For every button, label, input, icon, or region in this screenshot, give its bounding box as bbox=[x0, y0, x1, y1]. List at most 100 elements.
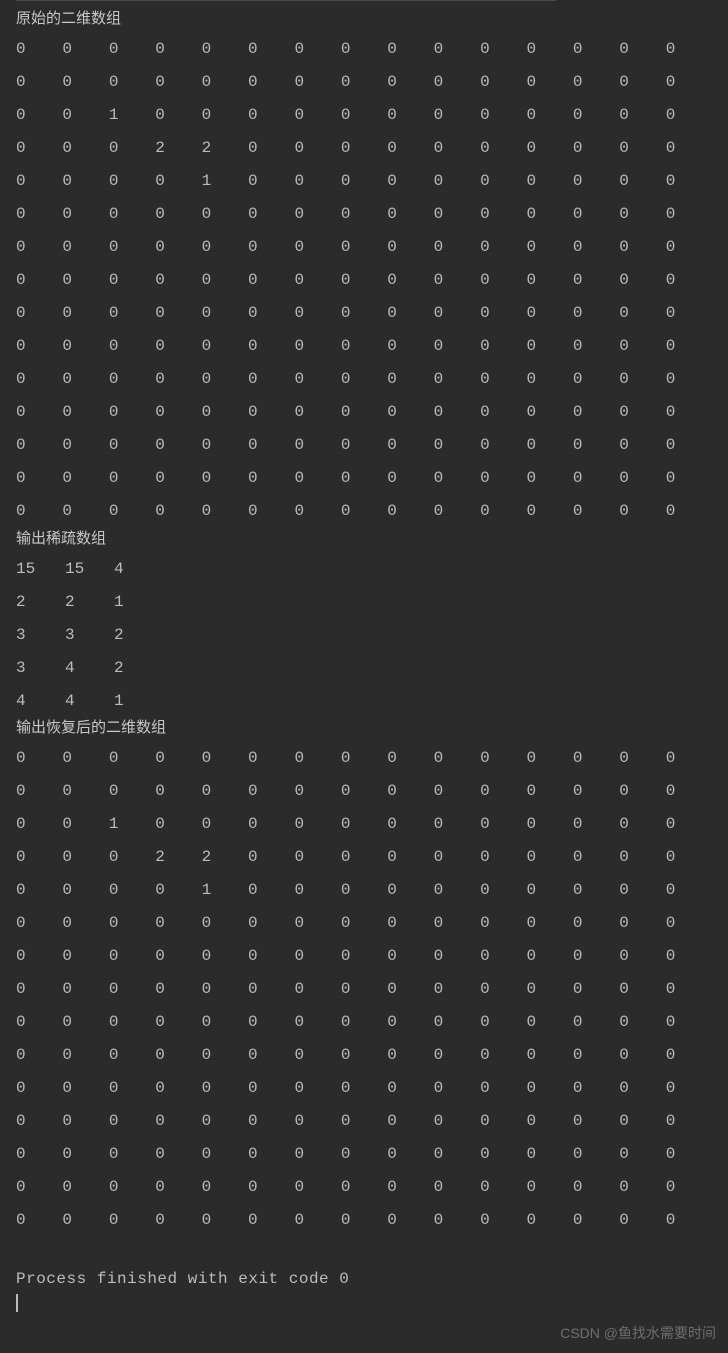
matrix-row: 000000000000000 bbox=[16, 331, 712, 364]
matrix-cell: 0 bbox=[387, 41, 433, 59]
matrix-cell: 0 bbox=[202, 1179, 248, 1197]
matrix-cell: 0 bbox=[341, 1212, 387, 1230]
matrix-cell: 0 bbox=[341, 849, 387, 867]
matrix-cell: 0 bbox=[526, 1179, 572, 1197]
sparse-cell: 4 bbox=[16, 693, 65, 711]
matrix-cell: 0 bbox=[434, 783, 480, 801]
matrix-cell: 0 bbox=[294, 206, 340, 224]
matrix-row: 000220000000000 bbox=[16, 133, 712, 166]
matrix-cell: 0 bbox=[248, 981, 294, 999]
matrix-cell: 0 bbox=[434, 140, 480, 158]
matrix-cell: 0 bbox=[387, 1047, 433, 1065]
matrix-cell: 0 bbox=[619, 74, 665, 92]
sparse-cell: 4 bbox=[65, 660, 114, 678]
matrix-cell: 0 bbox=[480, 783, 526, 801]
matrix-cell: 0 bbox=[248, 107, 294, 125]
matrix-cell: 0 bbox=[573, 783, 619, 801]
matrix-cell: 0 bbox=[573, 849, 619, 867]
matrix-cell: 0 bbox=[62, 750, 108, 768]
matrix-cell: 0 bbox=[16, 1179, 62, 1197]
matrix-cell: 0 bbox=[248, 404, 294, 422]
matrix-cell: 0 bbox=[480, 470, 526, 488]
matrix-cell: 0 bbox=[202, 1014, 248, 1032]
matrix-cell: 0 bbox=[109, 1080, 155, 1098]
matrix-cell: 0 bbox=[341, 882, 387, 900]
matrix-cell: 0 bbox=[666, 338, 712, 356]
matrix-cell: 0 bbox=[526, 750, 572, 768]
matrix-cell: 0 bbox=[248, 1212, 294, 1230]
matrix-cell: 0 bbox=[155, 107, 201, 125]
matrix-cell: 0 bbox=[526, 981, 572, 999]
matrix-cell: 0 bbox=[62, 981, 108, 999]
matrix-cell: 0 bbox=[480, 404, 526, 422]
matrix-cell: 0 bbox=[109, 1212, 155, 1230]
matrix-cell: 0 bbox=[248, 272, 294, 290]
matrix-cell: 0 bbox=[62, 1113, 108, 1131]
matrix-cell: 0 bbox=[155, 305, 201, 323]
matrix-cell: 0 bbox=[16, 41, 62, 59]
matrix-cell: 0 bbox=[294, 1179, 340, 1197]
matrix-cell: 0 bbox=[434, 1179, 480, 1197]
matrix-cell: 0 bbox=[202, 1047, 248, 1065]
matrix-cell: 0 bbox=[155, 272, 201, 290]
matrix-cell: 0 bbox=[666, 1146, 712, 1164]
matrix-cell: 0 bbox=[573, 470, 619, 488]
matrix-cell: 0 bbox=[526, 1146, 572, 1164]
matrix-row: 000000000000000 bbox=[16, 298, 712, 331]
matrix-cell: 0 bbox=[387, 404, 433, 422]
matrix-cell: 0 bbox=[573, 239, 619, 257]
matrix-cell: 0 bbox=[155, 981, 201, 999]
matrix-cell: 0 bbox=[294, 1113, 340, 1131]
sparse-cell: 4 bbox=[114, 561, 163, 579]
matrix-cell: 0 bbox=[248, 783, 294, 801]
matrix-cell: 0 bbox=[155, 371, 201, 389]
sparse-cell: 15 bbox=[16, 561, 65, 579]
matrix-cell: 0 bbox=[341, 404, 387, 422]
matrix-cell: 0 bbox=[434, 849, 480, 867]
matrix-cell: 0 bbox=[202, 437, 248, 455]
matrix-cell: 0 bbox=[526, 41, 572, 59]
matrix-cell: 0 bbox=[619, 272, 665, 290]
matrix-cell: 0 bbox=[573, 404, 619, 422]
matrix-cell: 0 bbox=[666, 41, 712, 59]
matrix-cell: 0 bbox=[294, 816, 340, 834]
matrix-cell: 0 bbox=[387, 849, 433, 867]
matrix-cell: 0 bbox=[480, 107, 526, 125]
matrix-cell: 0 bbox=[62, 503, 108, 521]
matrix-cell: 0 bbox=[619, 371, 665, 389]
matrix-original: 0000000000000000000000000000000010000000… bbox=[16, 34, 712, 529]
matrix-cell: 0 bbox=[248, 915, 294, 933]
matrix-cell: 0 bbox=[666, 140, 712, 158]
matrix-cell: 0 bbox=[62, 1047, 108, 1065]
matrix-cell: 0 bbox=[202, 816, 248, 834]
matrix-cell: 0 bbox=[387, 305, 433, 323]
matrix-row: 000010000000000 bbox=[16, 166, 712, 199]
matrix-cell: 0 bbox=[62, 437, 108, 455]
matrix-row: 000010000000000 bbox=[16, 875, 712, 908]
matrix-cell: 0 bbox=[155, 1113, 201, 1131]
matrix-cell: 0 bbox=[62, 107, 108, 125]
matrix-cell: 0 bbox=[202, 107, 248, 125]
matrix-cell: 0 bbox=[294, 1146, 340, 1164]
matrix-cell: 0 bbox=[619, 470, 665, 488]
matrix-cell: 0 bbox=[62, 783, 108, 801]
matrix-cell: 0 bbox=[341, 1047, 387, 1065]
matrix-cell: 0 bbox=[434, 437, 480, 455]
matrix-cell: 0 bbox=[341, 371, 387, 389]
matrix-cell: 0 bbox=[202, 1212, 248, 1230]
matrix-cell: 0 bbox=[573, 981, 619, 999]
matrix-cell: 0 bbox=[202, 1080, 248, 1098]
matrix-cell: 0 bbox=[434, 948, 480, 966]
matrix-cell: 0 bbox=[387, 1014, 433, 1032]
matrix-cell: 0 bbox=[155, 915, 201, 933]
matrix-cell: 0 bbox=[109, 1146, 155, 1164]
matrix-cell: 0 bbox=[387, 783, 433, 801]
matrix-cell: 0 bbox=[62, 140, 108, 158]
matrix-cell: 0 bbox=[666, 816, 712, 834]
matrix-cell: 0 bbox=[480, 915, 526, 933]
matrix-cell: 0 bbox=[109, 915, 155, 933]
matrix-cell: 0 bbox=[248, 173, 294, 191]
matrix-row: 000000000000000 bbox=[16, 463, 712, 496]
matrix-cell: 0 bbox=[526, 107, 572, 125]
matrix-cell: 0 bbox=[480, 882, 526, 900]
